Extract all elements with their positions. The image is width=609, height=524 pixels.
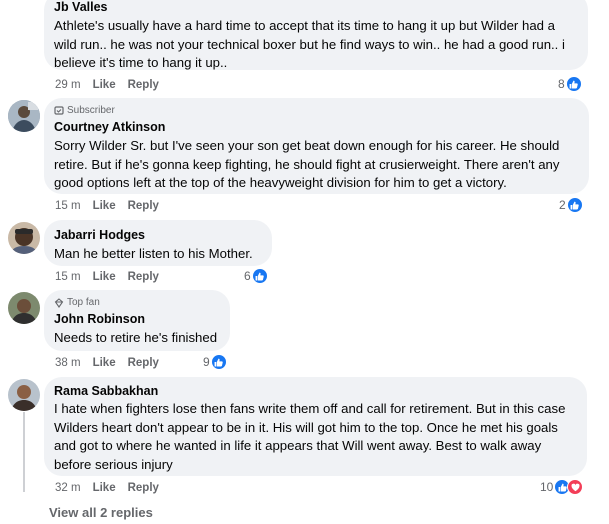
like-button[interactable]: Like — [93, 356, 116, 370]
top-fan-icon — [54, 297, 64, 308]
reply-button[interactable]: Reply — [128, 78, 159, 92]
comment-author[interactable]: Jabarri Hodges — [54, 227, 260, 243]
reply-button[interactable]: Reply — [128, 270, 159, 284]
reaction-number: 10 — [540, 480, 554, 494]
reply-button[interactable]: Reply — [128, 199, 159, 213]
comment-time[interactable]: 29 m — [55, 78, 81, 92]
comment-bubble: Jb Valles Athlete's usually have a hard … — [44, 0, 588, 70]
subscriber-badge: Subscriber — [54, 104, 577, 117]
comment-text: Man he better listen to his Mother. — [54, 246, 253, 261]
like-icon — [210, 354, 227, 370]
like-button[interactable]: Like — [93, 199, 116, 213]
reaction-count[interactable]: 10 — [540, 479, 584, 495]
comment-bubble: Top fan John Robinson Needs to retire he… — [44, 290, 230, 351]
comment-time[interactable]: 15 m — [55, 270, 81, 284]
comment-text: Sorry Wilder Sr. but I've seen your son … — [54, 138, 560, 191]
reaction-count[interactable]: 8 — [558, 76, 582, 92]
reaction-count[interactable]: 9 — [203, 354, 227, 370]
reaction-number: 6 — [244, 269, 251, 283]
reaction-count[interactable]: 2 — [559, 197, 583, 213]
comment-bubble: Subscriber Courtney Atkinson Sorry Wilde… — [44, 98, 589, 194]
like-button[interactable]: Like — [93, 270, 116, 284]
comment-text: Needs to retire he's finished — [54, 330, 218, 345]
reaction-number: 9 — [203, 355, 210, 369]
like-icon — [565, 76, 582, 92]
comment-time[interactable]: 38 m — [55, 356, 81, 370]
reply-button[interactable]: Reply — [128, 356, 159, 370]
avatar[interactable] — [8, 222, 40, 254]
comment-actions: 15 m Like Reply — [55, 199, 159, 213]
comment-bubble: Jabarri Hodges Man he better listen to h… — [44, 220, 272, 266]
heart-icon — [567, 479, 584, 495]
comment-actions: 29 m Like Reply — [55, 78, 159, 92]
view-replies-link[interactable]: View all 2 replies — [49, 505, 153, 521]
comment-text: Athlete's usually have a hard time to ac… — [54, 18, 565, 71]
comment-author[interactable]: Jb Valles — [54, 0, 576, 15]
like-button[interactable]: Like — [93, 78, 116, 92]
subscriber-icon — [54, 105, 64, 115]
avatar[interactable] — [8, 379, 40, 411]
comment-author[interactable]: Courtney Atkinson — [54, 119, 577, 135]
comment-text: I hate when fighters lose then fans writ… — [54, 401, 566, 473]
reply-button[interactable]: Reply — [128, 481, 159, 495]
reaction-number: 8 — [558, 77, 565, 91]
like-button[interactable]: Like — [93, 481, 116, 495]
avatar[interactable] — [8, 292, 40, 324]
avatar[interactable] — [8, 100, 40, 132]
comment-author[interactable]: John Robinson — [54, 311, 218, 327]
like-icon — [566, 197, 583, 213]
comment-author[interactable]: Rama Sabbakhan — [54, 383, 575, 399]
reaction-count[interactable]: 6 — [244, 268, 268, 284]
comment-actions: 32 m Like Reply — [55, 481, 159, 495]
comment-actions: 38 m Like Reply — [55, 356, 159, 370]
comment-time[interactable]: 32 m — [55, 481, 81, 495]
reply-thread-line — [23, 412, 25, 492]
comment-actions: 15 m Like Reply — [55, 270, 159, 284]
reaction-number: 2 — [559, 198, 566, 212]
comment-time[interactable]: 15 m — [55, 199, 81, 213]
top-fan-badge: Top fan — [54, 296, 218, 309]
comment-bubble: Rama Sabbakhan I hate when fighters lose… — [44, 377, 587, 476]
like-icon — [251, 268, 268, 284]
